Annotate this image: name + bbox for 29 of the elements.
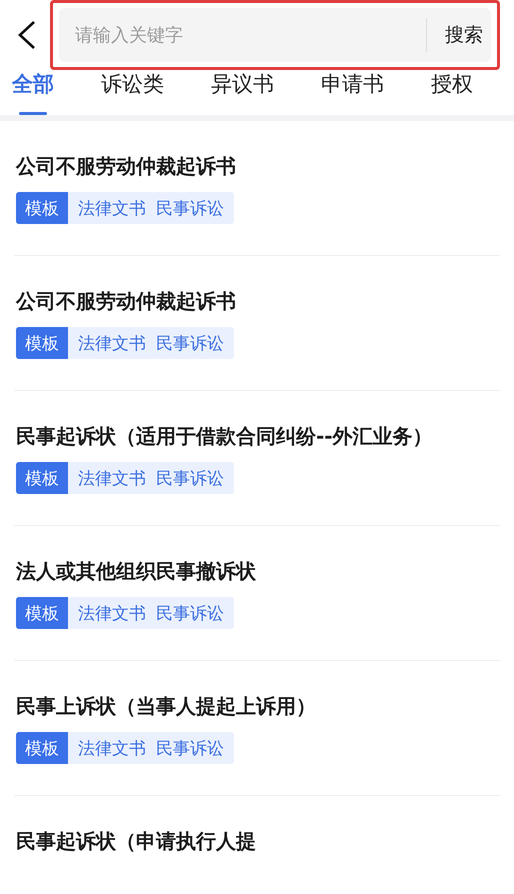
document-title[interactable]: 公司不服劳动仲裁起诉书 bbox=[16, 153, 498, 180]
category-tag: 民事诉讼 bbox=[156, 332, 224, 354]
category-tab[interactable]: 授权 bbox=[431, 70, 473, 98]
document-title[interactable]: 民事起诉状（申请执行人提 bbox=[16, 828, 498, 855]
category-tag: 民事诉讼 bbox=[156, 466, 224, 490]
document-title[interactable]: 民事上诉状（当事人提起上诉用） bbox=[16, 693, 498, 720]
category-tab[interactable]: 全部 bbox=[12, 70, 54, 98]
category-tab[interactable]: 申请书 bbox=[321, 70, 384, 98]
search-button[interactable]: 搜索 bbox=[427, 8, 491, 62]
category-tab[interactable]: 异议书 bbox=[211, 70, 274, 98]
document-title[interactable]: 公司不服劳动仲裁起诉书 bbox=[16, 288, 498, 315]
search-field[interactable]: 请输入关键字 搜索 bbox=[59, 8, 491, 62]
document-title[interactable]: 民事起诉状（适用于借款合同纠纷--外汇业务） bbox=[16, 423, 498, 450]
category-tab[interactable]: 诉讼类 bbox=[101, 70, 164, 98]
type-badge: 模板 bbox=[16, 462, 68, 494]
document-title[interactable]: 法人或其他组织民事撤诉状 bbox=[16, 558, 498, 585]
category-tag: 法律文书 bbox=[78, 332, 146, 354]
type-badge: 模板 bbox=[16, 327, 68, 359]
category-tag: 法律文书 bbox=[78, 736, 146, 760]
category-tag: 法律文书 bbox=[78, 602, 146, 624]
type-badge: 模板 bbox=[16, 732, 68, 764]
category-tag: 法律文书 bbox=[78, 466, 146, 490]
tab-underline bbox=[19, 112, 47, 115]
category-tag: 法律文书 bbox=[78, 196, 146, 220]
category-tag: 民事诉讼 bbox=[156, 736, 224, 760]
category-tag: 民事诉讼 bbox=[156, 602, 224, 624]
type-badge: 模板 bbox=[16, 597, 68, 629]
category-tag: 民事诉讼 bbox=[156, 196, 224, 220]
type-badge: 模板 bbox=[16, 192, 68, 224]
